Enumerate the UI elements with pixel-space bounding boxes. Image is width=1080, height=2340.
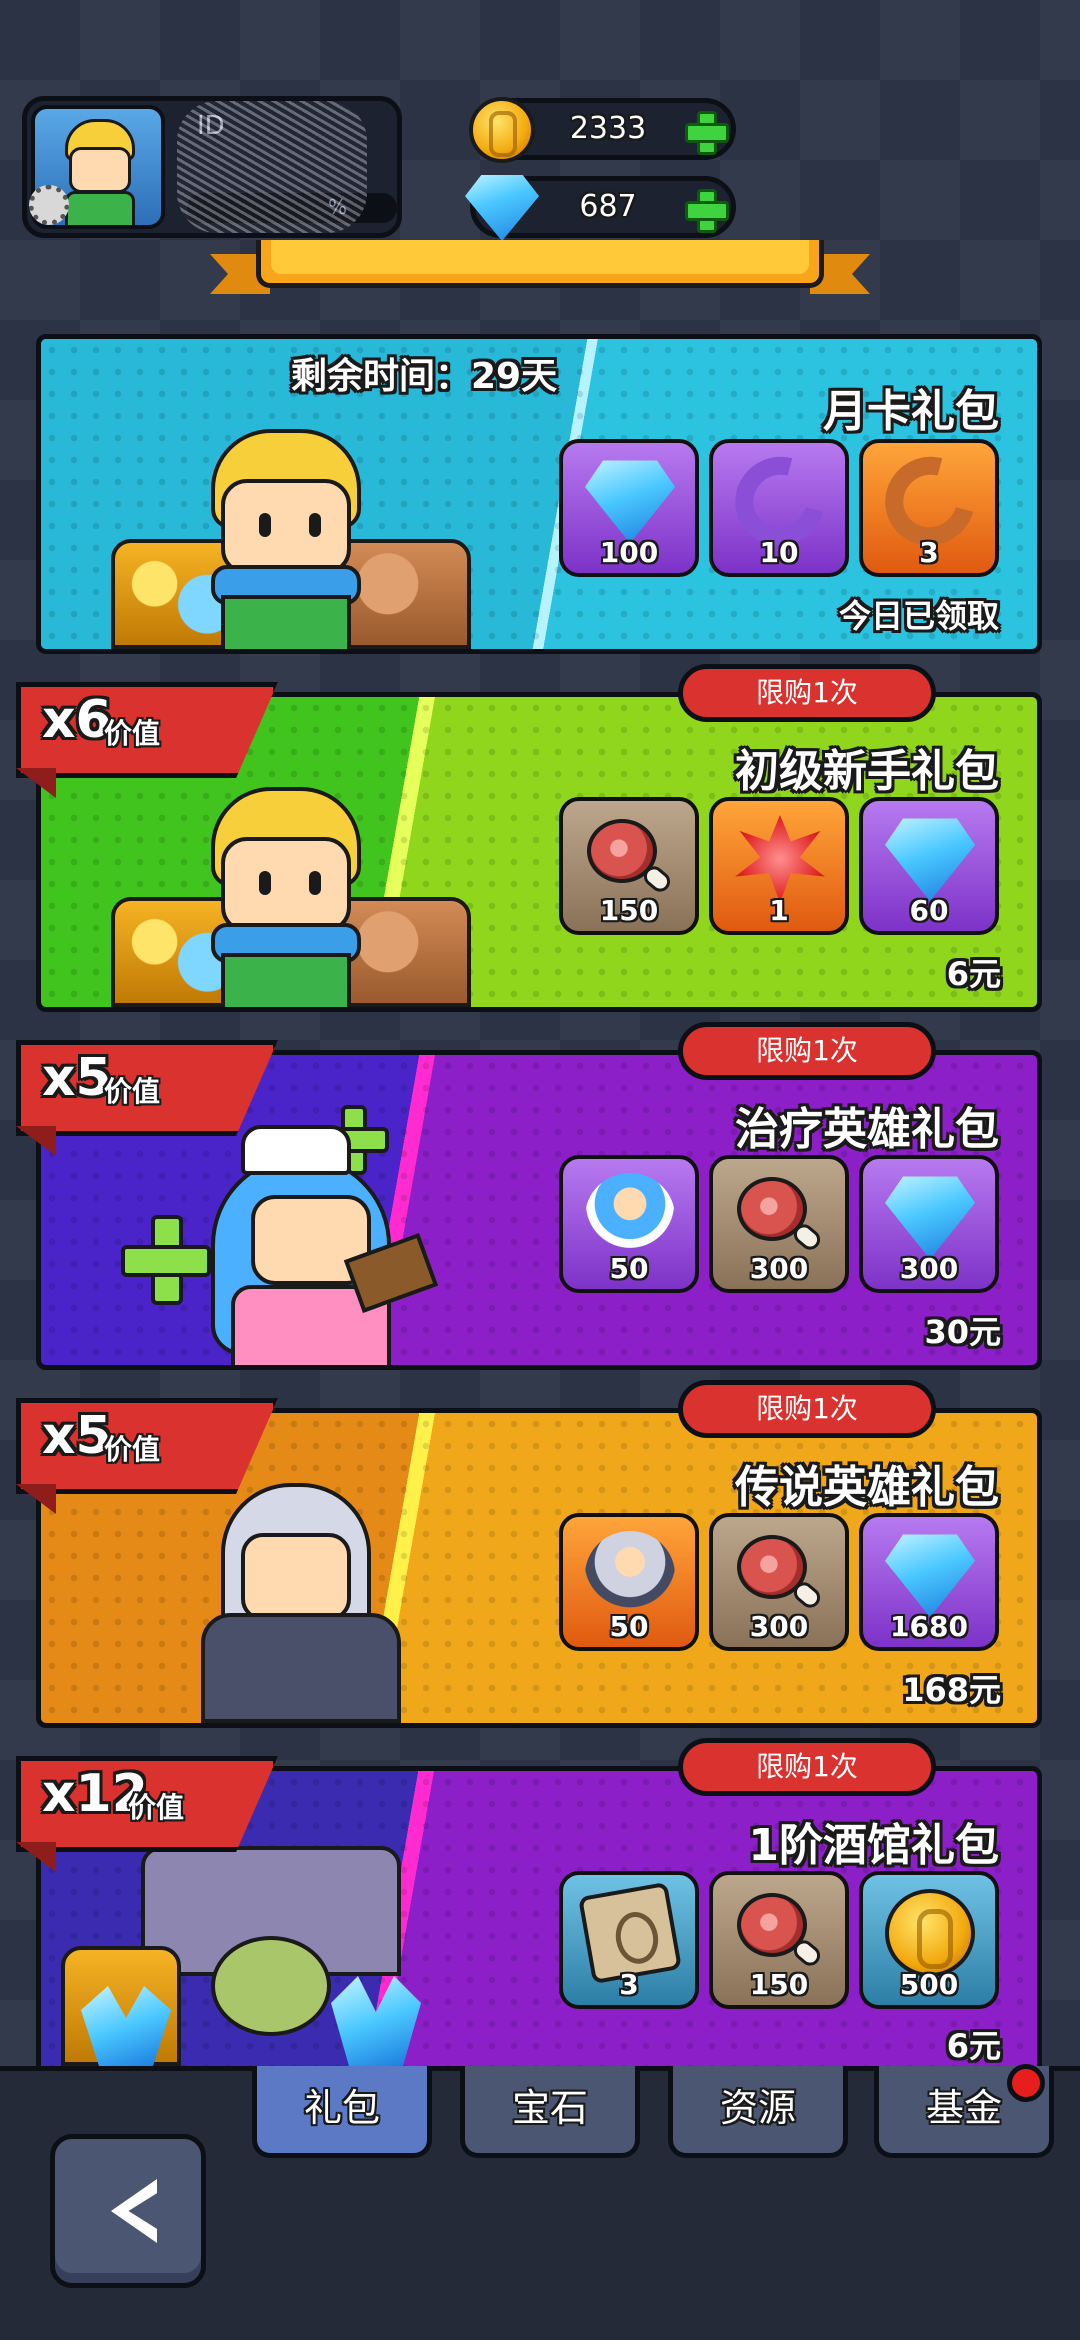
multiplier-text: x5 bbox=[42, 1406, 112, 1466]
reward-item[interactable]: 3 bbox=[559, 1871, 699, 2009]
gem-icon bbox=[585, 460, 675, 544]
meat-icon bbox=[735, 1531, 825, 1619]
package-title: 传说英雄礼包 bbox=[735, 1462, 999, 1513]
coin-balance: 2333 bbox=[469, 97, 736, 163]
tab-gift-packs[interactable]: 礼包 bbox=[252, 2066, 432, 2158]
value-multiplier-banner: x5 价值 bbox=[16, 1040, 278, 1156]
value-label: 价值 bbox=[104, 717, 161, 750]
redacted-scribble bbox=[177, 101, 367, 233]
package-title: 初级新手礼包 bbox=[735, 746, 999, 797]
knight-hero-icon bbox=[585, 1531, 675, 1619]
value-label: 价值 bbox=[128, 1791, 185, 1824]
reward-item[interactable]: 300 bbox=[709, 1155, 849, 1293]
red-crystal-icon bbox=[735, 815, 825, 903]
reward-qty: 50 bbox=[609, 1610, 649, 1643]
reward-item[interactable]: 50 bbox=[559, 1513, 699, 1651]
nurse-hero-illustration bbox=[201, 1115, 461, 1365]
package-title: 治疗英雄礼包 bbox=[735, 1104, 999, 1155]
meat-icon bbox=[735, 1889, 825, 1977]
tab-resources[interactable]: 资源 bbox=[668, 2066, 848, 2158]
back-button[interactable] bbox=[50, 2134, 206, 2288]
multiplier-text: x6 bbox=[42, 690, 112, 750]
reward-qty: 60 bbox=[909, 894, 949, 927]
package-price[interactable]: 6元 bbox=[947, 949, 1001, 995]
reward-item[interactable]: 150 bbox=[709, 1871, 849, 2009]
player-profile[interactable]: ID % bbox=[22, 96, 402, 238]
reward-item[interactable]: 300 bbox=[859, 1155, 999, 1293]
purchase-limit-tag: 限购1次 bbox=[678, 1380, 936, 1438]
reward-qty: 150 bbox=[749, 1968, 809, 2001]
reward-item[interactable]: 3 bbox=[859, 439, 999, 577]
value-multiplier-banner: x12 价值 bbox=[16, 1756, 278, 1872]
reward-qty: 3 bbox=[919, 536, 939, 569]
reward-item[interactable]: 100 bbox=[559, 439, 699, 577]
notification-dot-icon bbox=[1007, 2064, 1045, 2102]
remaining-time: 剩余时间：29天 bbox=[291, 356, 558, 397]
monthly-card-package[interactable]: 剩余时间：29天 月卡礼包 100 10 3 今日已领取 bbox=[36, 334, 1042, 654]
reward-item[interactable]: 500 bbox=[859, 1871, 999, 2009]
page-title-ribbon bbox=[210, 240, 870, 298]
add-gems-plus-icon[interactable] bbox=[683, 187, 729, 233]
reward-item[interactable]: 300 bbox=[709, 1513, 849, 1651]
reward-qty: 10 bbox=[759, 536, 799, 569]
reward-qty: 3 bbox=[619, 1968, 639, 2001]
reward-item[interactable]: 60 bbox=[859, 797, 999, 935]
value-multiplier-banner: x5 价值 bbox=[16, 1398, 278, 1514]
reward-qty: 300 bbox=[749, 1252, 809, 1285]
gem-icon bbox=[885, 1534, 975, 1618]
reward-qty: 1 bbox=[769, 894, 789, 927]
meat-icon bbox=[735, 1173, 825, 1261]
settings-gear-icon[interactable] bbox=[29, 185, 69, 225]
reward-qty: 500 bbox=[899, 1968, 959, 2001]
reward-item[interactable]: 150 bbox=[559, 797, 699, 935]
reward-qty: 300 bbox=[899, 1252, 959, 1285]
gem-icon bbox=[885, 818, 975, 902]
claim-status: 今日已领取 bbox=[838, 597, 999, 635]
package-title: 1阶酒馆礼包 bbox=[748, 1820, 999, 1871]
coin-amount: 2333 bbox=[569, 111, 647, 146]
tavern-illustration bbox=[61, 1836, 481, 2066]
reward-item[interactable]: 10 bbox=[709, 439, 849, 577]
blond-hero-illustration bbox=[111, 409, 471, 649]
reward-qty: 1680 bbox=[890, 1610, 968, 1643]
reward-qty: 50 bbox=[609, 1252, 649, 1285]
gold-coin-icon bbox=[469, 97, 535, 163]
tab-fund-label: 基金 bbox=[925, 2086, 1002, 2130]
package-price[interactable]: 30元 bbox=[924, 1307, 1001, 1353]
tab-fund[interactable]: 基金 bbox=[874, 2064, 1054, 2158]
purchase-limit-tag: 限购1次 bbox=[678, 1022, 936, 1080]
back-arrow-icon bbox=[111, 2179, 157, 2243]
blue-gem-icon bbox=[465, 175, 539, 241]
reward-qty: 100 bbox=[599, 536, 659, 569]
reward-qty: 300 bbox=[749, 1610, 809, 1643]
value-label: 价值 bbox=[104, 1075, 161, 1108]
reward-item[interactable]: 1680 bbox=[859, 1513, 999, 1651]
coin-icon bbox=[885, 1889, 975, 1977]
reward-item[interactable]: 1 bbox=[709, 797, 849, 935]
package-title: 月卡礼包 bbox=[823, 386, 999, 437]
gem-balance: 687 bbox=[465, 175, 736, 241]
package-price[interactable]: 168元 bbox=[902, 1665, 1001, 1711]
purchase-limit-tag: 限购1次 bbox=[678, 664, 936, 722]
purchase-limit-tag: 限购1次 bbox=[678, 1738, 936, 1796]
meat-icon bbox=[585, 815, 675, 903]
nurse-hero-icon bbox=[585, 1173, 675, 1261]
knight-hero-illustration bbox=[181, 1463, 441, 1723]
gem-amount: 687 bbox=[579, 189, 637, 224]
reward-item[interactable]: 50 bbox=[559, 1155, 699, 1293]
package-price[interactable]: 6元 bbox=[947, 2021, 1001, 2066]
blond-hero-illustration bbox=[111, 767, 471, 1007]
gem-icon bbox=[885, 1176, 975, 1260]
tab-gems[interactable]: 宝石 bbox=[460, 2066, 640, 2158]
add-coins-plus-icon[interactable] bbox=[683, 109, 729, 155]
multiplier-text: x5 bbox=[42, 1048, 112, 1108]
value-label: 价值 bbox=[104, 1433, 161, 1466]
reward-qty: 150 bbox=[599, 894, 659, 927]
value-multiplier-banner: x6 价值 bbox=[16, 682, 278, 798]
